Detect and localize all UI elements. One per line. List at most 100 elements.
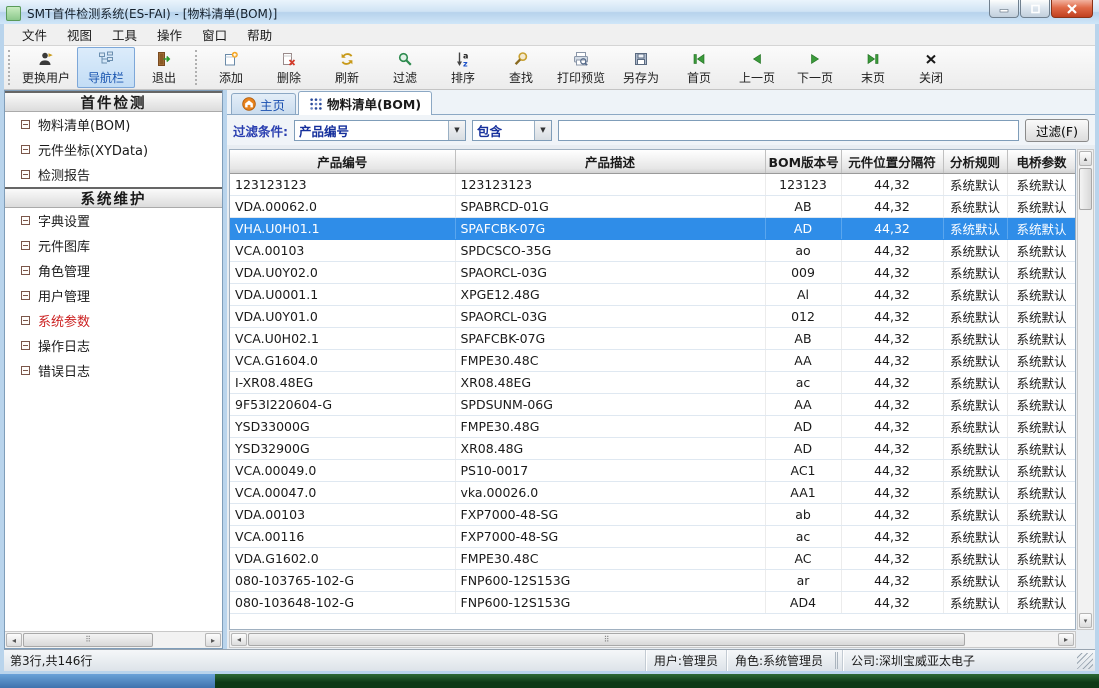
table-row[interactable]: 080-103765-102-GFNP600-12S153Gar44,32系统默… xyxy=(230,569,1076,591)
table-row[interactable]: I-XR08.48EGXR08.48EGac44,32系统默认系统默认 xyxy=(230,371,1076,393)
hscroll-thumb[interactable] xyxy=(248,633,965,646)
toolbar-prev-page-button[interactable]: 上一页 xyxy=(728,47,786,88)
sidebar-section-0-header[interactable]: 首件检测 xyxy=(5,91,222,112)
table-row[interactable]: VHA.U0H01.1SPAFCBK-07GAD44,32系统默认系统默认 xyxy=(230,217,1076,239)
toolbar-sort-button[interactable]: az排序 xyxy=(434,47,492,88)
menu-item-4[interactable]: 窗口 xyxy=(192,23,237,46)
sidebar-item-1-1[interactable]: 元件图库 xyxy=(5,233,222,258)
sidebar-item-1-4[interactable]: 系统参数 xyxy=(5,308,222,333)
toolbar-filter-button[interactable]: 过滤 xyxy=(376,47,434,88)
save-as-icon xyxy=(633,51,649,68)
sidebar-item-0-0[interactable]: 物料清单(BOM) xyxy=(5,112,222,137)
table-row[interactable]: VCA.00047.0vka.00026.0AA144,32系统默认系统默认 xyxy=(230,481,1076,503)
menu-item-5[interactable]: 帮助 xyxy=(237,23,282,46)
tab-home[interactable]: 主页 xyxy=(231,93,296,114)
close-window-button[interactable] xyxy=(1051,0,1093,18)
sidebar-item-1-2[interactable]: 角色管理 xyxy=(5,258,222,283)
table-row[interactable]: 080-103648-102-GFNP600-12S153GAD444,32系统… xyxy=(230,591,1076,613)
table-row[interactable]: VDA.G1602.0FMPE30.48CAC44,32系统默认系统默认 xyxy=(230,547,1076,569)
scroll-right-arrow-icon[interactable]: ▸ xyxy=(1058,633,1074,646)
column-header-0[interactable]: 产品编号 xyxy=(230,150,455,173)
hscroll-thumb[interactable] xyxy=(23,633,153,647)
toolbar-refresh-button[interactable]: 刷新 xyxy=(318,47,376,88)
sidebar-item-label: 元件图库 xyxy=(38,236,90,255)
toolbar-save-as-button[interactable]: 另存为 xyxy=(612,47,670,88)
sidebar-item-0-1[interactable]: 元件坐标(XYData) xyxy=(5,137,222,162)
sidebar-item-1-3[interactable]: 用户管理 xyxy=(5,283,222,308)
taskbar-fragment xyxy=(0,674,215,688)
table-cell: ar xyxy=(765,569,841,591)
table-row[interactable]: VDA.00103FXP7000-48-SGab44,32系统默认系统默认 xyxy=(230,503,1076,525)
table-row[interactable]: 12312312312312312312312344,32系统默认系统默认 xyxy=(230,173,1076,195)
next-page-icon xyxy=(807,51,823,68)
scroll-right-arrow-icon[interactable]: ▸ xyxy=(205,633,221,647)
table-row[interactable]: YSD33000GFMPE30.48GAD44,32系统默认系统默认 xyxy=(230,415,1076,437)
table-row[interactable]: VCA.00049.0PS10-0017AC144,32系统默认系统默认 xyxy=(230,459,1076,481)
sidebar-item-1-5[interactable]: 操作日志 xyxy=(5,333,222,358)
toolbar-first-page-button[interactable]: 首页 xyxy=(670,47,728,88)
table-row[interactable]: VDA.U0Y01.0SPAORCL-03G01244,32系统默认系统默认 xyxy=(230,305,1076,327)
toolbar-delete-button[interactable]: 删除 xyxy=(260,47,318,88)
column-header-2[interactable]: BOM版本号 xyxy=(765,150,841,173)
toolbar-close-button[interactable]: 关闭 xyxy=(902,47,960,88)
sidebar-section-1-header[interactable]: 系统维护 xyxy=(5,187,222,208)
sidebar-item-1-0[interactable]: 字典设置 xyxy=(5,208,222,233)
toolbar-last-page-button[interactable]: 末页 xyxy=(844,47,902,88)
table-cell: 44,32 xyxy=(841,349,943,371)
table-cell: AD xyxy=(765,437,841,459)
sidebar-hscrollbar[interactable]: ◂ ▸ xyxy=(5,631,222,648)
toolbar-next-page-button[interactable]: 下一页 xyxy=(786,47,844,88)
chevron-down-icon[interactable]: ▼ xyxy=(448,121,465,140)
table-cell: 系统默认 xyxy=(943,503,1007,525)
column-header-3[interactable]: 元件位置分隔符 xyxy=(841,150,943,173)
menu-item-3[interactable]: 操作 xyxy=(147,23,192,46)
toolbar-switch-user-button[interactable]: 更换用户 xyxy=(15,47,77,88)
sidebar-item-0-2[interactable]: 检测报告 xyxy=(5,162,222,187)
toolbar-navbar-button[interactable]: 导航栏 xyxy=(77,47,135,88)
table-row[interactable]: 9F53I220604-GSPDSUNM-06GAA44,32系统默认系统默认 xyxy=(230,393,1076,415)
table-cell: AD xyxy=(765,415,841,437)
scroll-up-arrow-icon[interactable]: ▴ xyxy=(1079,151,1092,166)
vscroll-thumb[interactable] xyxy=(1079,168,1092,210)
table-row[interactable]: VCA.U0H02.1SPAFCBK-07GAB44,32系统默认系统默认 xyxy=(230,327,1076,349)
collapse-box-icon xyxy=(21,341,30,350)
filter-apply-button[interactable]: 过滤(F) xyxy=(1025,119,1089,142)
chevron-down-icon[interactable]: ▼ xyxy=(534,121,551,140)
filter-field-select[interactable]: 产品编号 ▼ xyxy=(294,120,466,141)
sidebar-item-1-6[interactable]: 错误日志 xyxy=(5,358,222,383)
table-row[interactable]: VDA.U0001.1XPGE12.48GAl44,32系统默认系统默认 xyxy=(230,283,1076,305)
toolbar-add-button[interactable]: 添加 xyxy=(202,47,260,88)
minimize-button[interactable] xyxy=(989,0,1019,18)
column-header-1[interactable]: 产品描述 xyxy=(455,150,765,173)
toolbar-print-preview-button[interactable]: 打印预览 xyxy=(550,47,612,88)
table-cell: 系统默认 xyxy=(1007,481,1076,503)
scroll-left-arrow-icon[interactable]: ◂ xyxy=(231,633,247,646)
table-row[interactable]: VCA.G1604.0FMPE30.48CAA44,32系统默认系统默认 xyxy=(230,349,1076,371)
scroll-left-arrow-icon[interactable]: ◂ xyxy=(6,633,22,647)
table-row[interactable]: VDA.U0Y02.0SPAORCL-03G00944,32系统默认系统默认 xyxy=(230,261,1076,283)
close-icon xyxy=(1066,4,1078,14)
filter-operator-value: 包含 xyxy=(473,121,534,140)
menu-item-0[interactable]: 文件 xyxy=(12,23,57,46)
table-row[interactable]: VCA.00103SPDCSCO-35Gao44,32系统默认系统默认 xyxy=(230,239,1076,261)
scroll-down-arrow-icon[interactable]: ▾ xyxy=(1079,613,1092,628)
table-vscrollbar[interactable]: ▴ ▾ xyxy=(1077,149,1094,630)
filter-operator-select[interactable]: 包含 ▼ xyxy=(472,120,552,141)
table-cell: 系统默认 xyxy=(943,525,1007,547)
table-cell: 44,32 xyxy=(841,371,943,393)
table-row[interactable]: VCA.00116FXP7000-48-SGac44,32系统默认系统默认 xyxy=(230,525,1076,547)
restore-button[interactable] xyxy=(1020,0,1050,18)
toolbar-exit-button[interactable]: 退出 xyxy=(135,47,193,88)
column-header-5[interactable]: 电桥参数 xyxy=(1007,150,1076,173)
resize-grip[interactable] xyxy=(1077,653,1093,669)
menu-item-1[interactable]: 视图 xyxy=(57,23,102,46)
column-header-4[interactable]: 分析规则 xyxy=(943,150,1007,173)
toolbar-find-button[interactable]: 查找 xyxy=(492,47,550,88)
table-row[interactable]: YSD32900GXR08.48GAD44,32系统默认系统默认 xyxy=(230,437,1076,459)
table-hscrollbar[interactable]: ◂ ▸ xyxy=(229,631,1076,648)
table-row[interactable]: VDA.00062.0SPABRCD-01GAB44,32系统默认系统默认 xyxy=(230,195,1076,217)
menu-item-2[interactable]: 工具 xyxy=(102,23,147,46)
filter-input[interactable] xyxy=(558,120,1019,141)
tab-bom[interactable]: 物料清单(BOM) xyxy=(298,91,432,115)
table-cell: 44,32 xyxy=(841,547,943,569)
